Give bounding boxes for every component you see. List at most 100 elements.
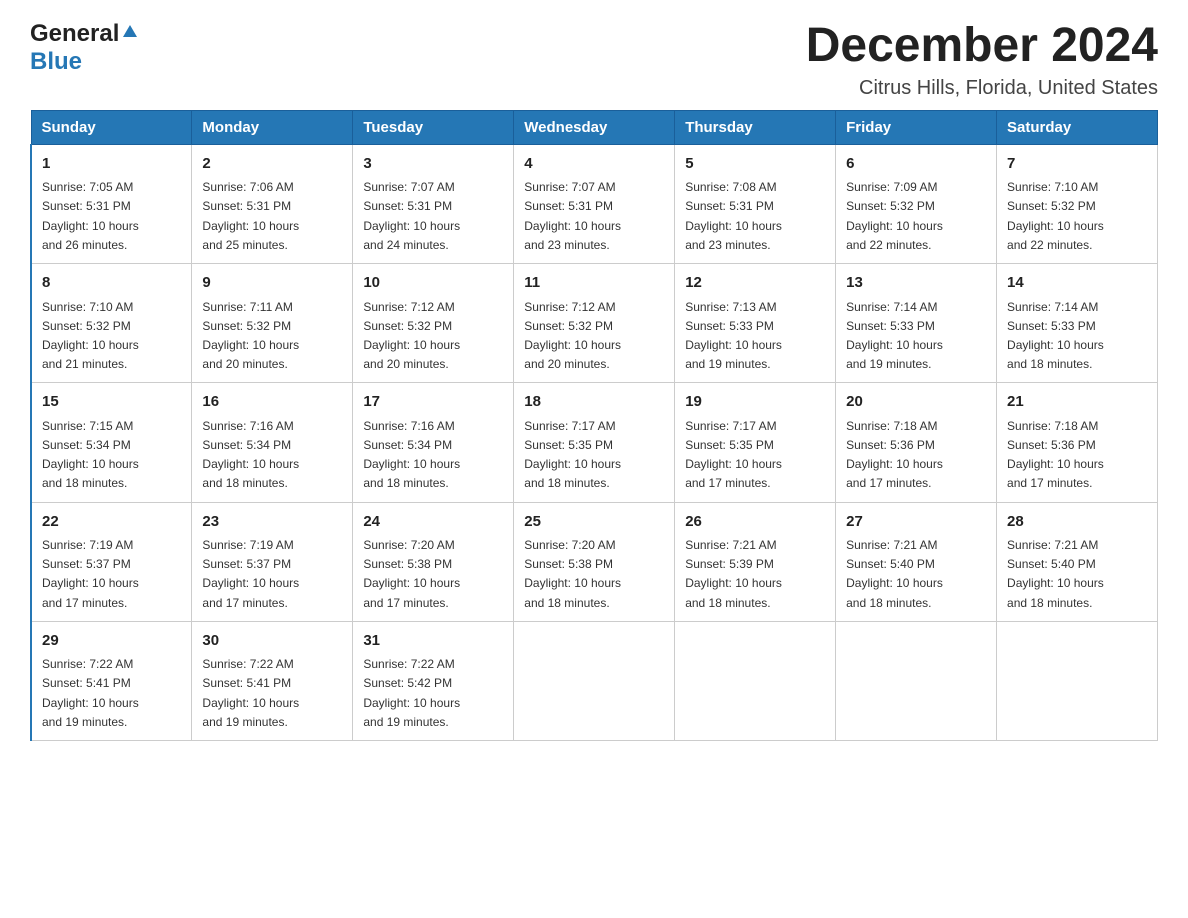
day-number: 14 bbox=[1007, 272, 1147, 295]
logo: General Blue bbox=[30, 20, 139, 76]
calendar-cell: 13 Sunrise: 7:14 AMSunset: 5:33 PMDaylig… bbox=[836, 264, 997, 383]
day-number: 1 bbox=[42, 153, 181, 176]
day-number: 28 bbox=[1007, 511, 1147, 534]
calendar-cell: 22 Sunrise: 7:19 AMSunset: 5:37 PMDaylig… bbox=[31, 502, 192, 621]
calendar-cell: 10 Sunrise: 7:12 AMSunset: 5:32 PMDaylig… bbox=[353, 264, 514, 383]
day-info: Sunrise: 7:14 AMSunset: 5:33 PMDaylight:… bbox=[846, 300, 943, 372]
col-saturday: Saturday bbox=[997, 110, 1158, 144]
day-info: Sunrise: 7:21 AMSunset: 5:40 PMDaylight:… bbox=[846, 538, 943, 610]
calendar-cell: 5 Sunrise: 7:08 AMSunset: 5:31 PMDayligh… bbox=[675, 144, 836, 263]
week-row-2: 8 Sunrise: 7:10 AMSunset: 5:32 PMDayligh… bbox=[31, 264, 1158, 383]
calendar-cell bbox=[997, 621, 1158, 740]
title-block: December 2024 Citrus Hills, Florida, Uni… bbox=[806, 20, 1158, 100]
day-info: Sunrise: 7:22 AMSunset: 5:42 PMDaylight:… bbox=[363, 657, 460, 729]
col-thursday: Thursday bbox=[675, 110, 836, 144]
day-info: Sunrise: 7:20 AMSunset: 5:38 PMDaylight:… bbox=[524, 538, 621, 610]
day-info: Sunrise: 7:18 AMSunset: 5:36 PMDaylight:… bbox=[846, 419, 943, 491]
day-number: 13 bbox=[846, 272, 986, 295]
day-info: Sunrise: 7:11 AMSunset: 5:32 PMDaylight:… bbox=[202, 300, 299, 372]
day-info: Sunrise: 7:21 AMSunset: 5:39 PMDaylight:… bbox=[685, 538, 782, 610]
day-info: Sunrise: 7:16 AMSunset: 5:34 PMDaylight:… bbox=[202, 419, 299, 491]
day-number: 10 bbox=[363, 272, 503, 295]
day-number: 5 bbox=[685, 153, 825, 176]
calendar-cell: 4 Sunrise: 7:07 AMSunset: 5:31 PMDayligh… bbox=[514, 144, 675, 263]
calendar-cell bbox=[514, 621, 675, 740]
calendar-cell: 12 Sunrise: 7:13 AMSunset: 5:33 PMDaylig… bbox=[675, 264, 836, 383]
day-info: Sunrise: 7:07 AMSunset: 5:31 PMDaylight:… bbox=[524, 180, 621, 252]
calendar-cell: 11 Sunrise: 7:12 AMSunset: 5:32 PMDaylig… bbox=[514, 264, 675, 383]
day-number: 29 bbox=[42, 630, 181, 653]
calendar-cell: 31 Sunrise: 7:22 AMSunset: 5:42 PMDaylig… bbox=[353, 621, 514, 740]
day-info: Sunrise: 7:06 AMSunset: 5:31 PMDaylight:… bbox=[202, 180, 299, 252]
col-sunday: Sunday bbox=[31, 110, 192, 144]
day-number: 23 bbox=[202, 511, 342, 534]
day-number: 25 bbox=[524, 511, 664, 534]
week-row-5: 29 Sunrise: 7:22 AMSunset: 5:41 PMDaylig… bbox=[31, 621, 1158, 740]
calendar-cell: 16 Sunrise: 7:16 AMSunset: 5:34 PMDaylig… bbox=[192, 383, 353, 502]
day-number: 22 bbox=[42, 511, 181, 534]
calendar-cell: 6 Sunrise: 7:09 AMSunset: 5:32 PMDayligh… bbox=[836, 144, 997, 263]
calendar-cell: 21 Sunrise: 7:18 AMSunset: 5:36 PMDaylig… bbox=[997, 383, 1158, 502]
day-info: Sunrise: 7:22 AMSunset: 5:41 PMDaylight:… bbox=[42, 657, 139, 729]
day-info: Sunrise: 7:07 AMSunset: 5:31 PMDaylight:… bbox=[363, 180, 460, 252]
day-info: Sunrise: 7:15 AMSunset: 5:34 PMDaylight:… bbox=[42, 419, 139, 491]
day-number: 19 bbox=[685, 391, 825, 414]
day-info: Sunrise: 7:20 AMSunset: 5:38 PMDaylight:… bbox=[363, 538, 460, 610]
logo-general: General bbox=[30, 20, 119, 48]
page-location: Citrus Hills, Florida, United States bbox=[806, 77, 1158, 100]
day-number: 31 bbox=[363, 630, 503, 653]
calendar-cell: 23 Sunrise: 7:19 AMSunset: 5:37 PMDaylig… bbox=[192, 502, 353, 621]
day-number: 30 bbox=[202, 630, 342, 653]
calendar-cell: 29 Sunrise: 7:22 AMSunset: 5:41 PMDaylig… bbox=[31, 621, 192, 740]
day-number: 15 bbox=[42, 391, 181, 414]
calendar-cell: 27 Sunrise: 7:21 AMSunset: 5:40 PMDaylig… bbox=[836, 502, 997, 621]
day-info: Sunrise: 7:19 AMSunset: 5:37 PMDaylight:… bbox=[42, 538, 139, 610]
day-info: Sunrise: 7:12 AMSunset: 5:32 PMDaylight:… bbox=[363, 300, 460, 372]
day-number: 8 bbox=[42, 272, 181, 295]
day-info: Sunrise: 7:10 AMSunset: 5:32 PMDaylight:… bbox=[1007, 180, 1104, 252]
day-number: 3 bbox=[363, 153, 503, 176]
calendar-cell bbox=[836, 621, 997, 740]
col-tuesday: Tuesday bbox=[353, 110, 514, 144]
calendar-cell: 20 Sunrise: 7:18 AMSunset: 5:36 PMDaylig… bbox=[836, 383, 997, 502]
calendar-cell: 1 Sunrise: 7:05 AMSunset: 5:31 PMDayligh… bbox=[31, 144, 192, 263]
page-title: December 2024 bbox=[806, 20, 1158, 73]
calendar-cell: 24 Sunrise: 7:20 AMSunset: 5:38 PMDaylig… bbox=[353, 502, 514, 621]
calendar-cell: 19 Sunrise: 7:17 AMSunset: 5:35 PMDaylig… bbox=[675, 383, 836, 502]
logo-arrow-icon bbox=[121, 23, 139, 46]
col-wednesday: Wednesday bbox=[514, 110, 675, 144]
day-number: 6 bbox=[846, 153, 986, 176]
calendar-table: Sunday Monday Tuesday Wednesday Thursday… bbox=[30, 110, 1158, 741]
day-number: 16 bbox=[202, 391, 342, 414]
day-info: Sunrise: 7:21 AMSunset: 5:40 PMDaylight:… bbox=[1007, 538, 1104, 610]
calendar-cell bbox=[675, 621, 836, 740]
day-info: Sunrise: 7:10 AMSunset: 5:32 PMDaylight:… bbox=[42, 300, 139, 372]
day-info: Sunrise: 7:14 AMSunset: 5:33 PMDaylight:… bbox=[1007, 300, 1104, 372]
day-info: Sunrise: 7:17 AMSunset: 5:35 PMDaylight:… bbox=[524, 419, 621, 491]
calendar-cell: 8 Sunrise: 7:10 AMSunset: 5:32 PMDayligh… bbox=[31, 264, 192, 383]
calendar-cell: 9 Sunrise: 7:11 AMSunset: 5:32 PMDayligh… bbox=[192, 264, 353, 383]
day-info: Sunrise: 7:08 AMSunset: 5:31 PMDaylight:… bbox=[685, 180, 782, 252]
calendar-cell: 2 Sunrise: 7:06 AMSunset: 5:31 PMDayligh… bbox=[192, 144, 353, 263]
week-row-3: 15 Sunrise: 7:15 AMSunset: 5:34 PMDaylig… bbox=[31, 383, 1158, 502]
col-friday: Friday bbox=[836, 110, 997, 144]
col-monday: Monday bbox=[192, 110, 353, 144]
day-number: 18 bbox=[524, 391, 664, 414]
day-info: Sunrise: 7:18 AMSunset: 5:36 PMDaylight:… bbox=[1007, 419, 1104, 491]
day-number: 11 bbox=[524, 272, 664, 295]
day-number: 12 bbox=[685, 272, 825, 295]
calendar-cell: 18 Sunrise: 7:17 AMSunset: 5:35 PMDaylig… bbox=[514, 383, 675, 502]
calendar-cell: 17 Sunrise: 7:16 AMSunset: 5:34 PMDaylig… bbox=[353, 383, 514, 502]
page-header: General Blue December 2024 Citrus Hills,… bbox=[30, 20, 1158, 100]
week-row-4: 22 Sunrise: 7:19 AMSunset: 5:37 PMDaylig… bbox=[31, 502, 1158, 621]
day-number: 9 bbox=[202, 272, 342, 295]
day-number: 20 bbox=[846, 391, 986, 414]
day-number: 21 bbox=[1007, 391, 1147, 414]
day-number: 27 bbox=[846, 511, 986, 534]
calendar-cell: 30 Sunrise: 7:22 AMSunset: 5:41 PMDaylig… bbox=[192, 621, 353, 740]
day-number: 7 bbox=[1007, 153, 1147, 176]
day-number: 26 bbox=[685, 511, 825, 534]
day-number: 24 bbox=[363, 511, 503, 534]
calendar-cell: 25 Sunrise: 7:20 AMSunset: 5:38 PMDaylig… bbox=[514, 502, 675, 621]
calendar-cell: 7 Sunrise: 7:10 AMSunset: 5:32 PMDayligh… bbox=[997, 144, 1158, 263]
